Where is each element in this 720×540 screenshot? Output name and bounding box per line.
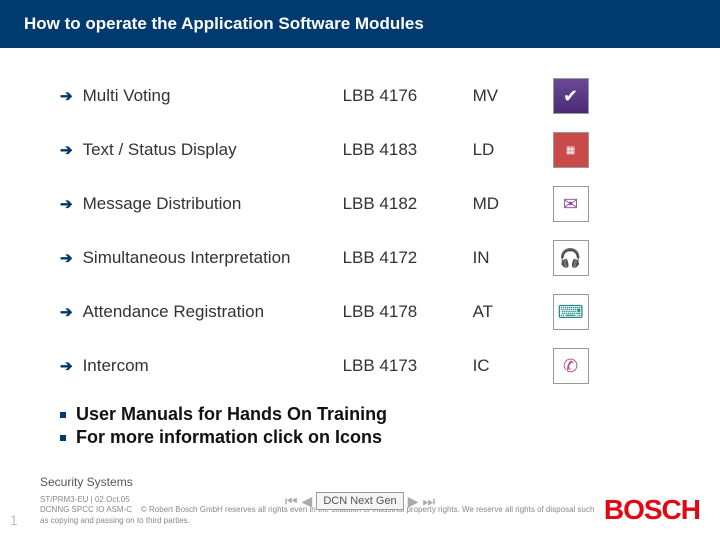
module-abbr: IC bbox=[473, 356, 553, 376]
nav-prev-icon[interactable]: ◀ bbox=[302, 493, 313, 510]
nav-last-icon[interactable]: ⏭ bbox=[422, 493, 435, 510]
module-row: ➔ Text / Status DisplayLBB 4183LD▦ bbox=[60, 132, 680, 168]
module-abbr: IN bbox=[473, 248, 553, 268]
mv-icon[interactable]: ✔ bbox=[553, 78, 589, 114]
module-list: ➔ Multi VotingLBB 4176MV✔ ➔ Text / Status D… bbox=[0, 48, 720, 384]
footer: Security Systems ST/PRM3-EU | 02.Oct.05 … bbox=[0, 465, 720, 540]
note-text: For more information click on Icons bbox=[76, 427, 382, 448]
module-code: LBB 4176 bbox=[343, 86, 473, 106]
ic-icon[interactable]: ✆ bbox=[553, 348, 589, 384]
arrow-icon: ➔ bbox=[60, 249, 73, 267]
md-icon[interactable]: ✉ bbox=[553, 186, 589, 222]
bullet-icon bbox=[60, 412, 66, 418]
footer-ref2: DCNNG SPCC IO ASM-C bbox=[40, 505, 132, 514]
module-name: Multi Voting bbox=[83, 86, 343, 106]
arrow-icon: ➔ bbox=[60, 195, 73, 213]
module-code: LBB 4182 bbox=[343, 194, 473, 214]
bosch-logo: BOSCH bbox=[604, 494, 700, 526]
dcn-badge: DCN Next Gen bbox=[316, 492, 403, 510]
module-abbr: AT bbox=[473, 302, 553, 322]
arrow-icon: ➔ bbox=[60, 87, 73, 105]
note-text: User Manuals for Hands On Training bbox=[76, 404, 387, 425]
ld-icon[interactable]: ▦ bbox=[553, 132, 589, 168]
footer-ref1: ST/PRM3-EU | 02.Oct.05 bbox=[40, 495, 130, 504]
nav-controls: ⏮ ◀ DCN Next Gen ▶ ⏭ bbox=[285, 492, 435, 510]
in-icon[interactable]: 🎧 bbox=[553, 240, 589, 276]
department-label: Security Systems bbox=[40, 475, 604, 491]
module-row: ➔ Simultaneous InterpretationLBB 4172IN🎧 bbox=[60, 240, 680, 276]
module-abbr: LD bbox=[473, 140, 553, 160]
note-line: For more information click on Icons bbox=[60, 427, 720, 448]
module-code: LBB 4183 bbox=[343, 140, 473, 160]
at-icon[interactable]: ⌨ bbox=[553, 294, 589, 330]
module-code: LBB 4172 bbox=[343, 248, 473, 268]
bullet-icon bbox=[60, 435, 66, 441]
module-name: Simultaneous Interpretation bbox=[83, 248, 343, 268]
module-name: Intercom bbox=[83, 356, 343, 376]
arrow-icon: ➔ bbox=[60, 141, 73, 159]
module-name: Attendance Registration bbox=[83, 302, 343, 322]
notes-section: User Manuals for Hands On TrainingFor mo… bbox=[60, 404, 720, 448]
nav-next-icon[interactable]: ▶ bbox=[408, 493, 419, 510]
slide-title: How to operate the Application Software … bbox=[0, 0, 720, 48]
arrow-icon: ➔ bbox=[60, 357, 73, 375]
module-abbr: MV bbox=[473, 86, 553, 106]
module-code: LBB 4173 bbox=[343, 356, 473, 376]
nav-first-icon[interactable]: ⏮ bbox=[285, 493, 298, 510]
module-code: LBB 4178 bbox=[343, 302, 473, 322]
module-row: ➔ IntercomLBB 4173IC✆ bbox=[60, 348, 680, 384]
module-name: Text / Status Display bbox=[83, 140, 343, 160]
module-row: ➔ Attendance RegistrationLBB 4178AT⌨ bbox=[60, 294, 680, 330]
arrow-icon: ➔ bbox=[60, 303, 73, 321]
module-name: Message Distribution bbox=[83, 194, 343, 214]
note-line: User Manuals for Hands On Training bbox=[60, 404, 720, 425]
module-row: ➔ Multi VotingLBB 4176MV✔ bbox=[60, 78, 680, 114]
module-row: ➔ Message DistributionLBB 4182MD✉ bbox=[60, 186, 680, 222]
module-abbr: MD bbox=[473, 194, 553, 214]
